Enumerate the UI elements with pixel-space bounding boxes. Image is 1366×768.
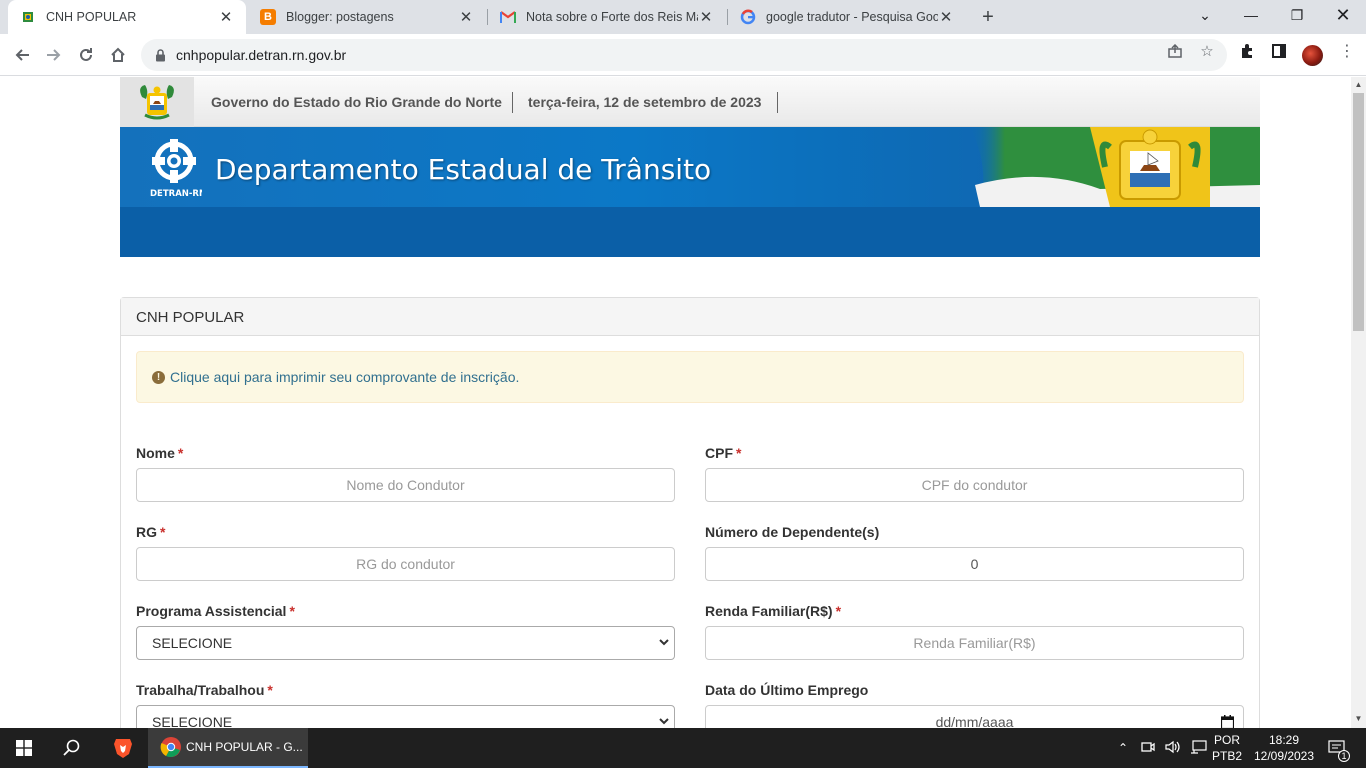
google-icon: [740, 9, 756, 25]
network-icon[interactable]: [1190, 739, 1208, 757]
renda-label: Renda Familiar(R$) *: [705, 603, 842, 619]
detran-banner: DETRAN-RN Departamento Estadual de Trâns…: [120, 127, 1260, 207]
clock-time: 18:29: [1268, 733, 1300, 747]
url-text: cnhpopular.detran.rn.gov.br: [176, 47, 347, 63]
keyboard-layout: PTB2: [1212, 749, 1243, 763]
brave-browser-icon[interactable]: [108, 728, 138, 768]
system-tray: ⌃: [1115, 728, 1208, 768]
windows-start-icon[interactable]: [10, 728, 38, 768]
minimize-button[interactable]: —: [1228, 0, 1274, 30]
current-date: terça-feira, 12 de setembro de 2023: [528, 94, 762, 110]
tab-google[interactable]: google tradutor - Pesquisa Goog ✕: [728, 0, 966, 34]
volume-icon[interactable]: [1165, 740, 1181, 757]
detran-logo-text: DETRAN-RN: [150, 189, 202, 199]
page-viewport: Governo do Estado do Rio Grande do Norte…: [0, 77, 1351, 728]
page-scrollbar[interactable]: ▲ ▼: [1351, 77, 1366, 728]
tab-cnh-popular[interactable]: CNH POPULAR ✕: [8, 0, 246, 34]
notifications-icon[interactable]: 1: [1324, 728, 1350, 768]
tab-gmail[interactable]: Nota sobre o Forte dos Reis Mag ✕: [488, 0, 726, 34]
more-menu-icon[interactable]: ⋮: [1338, 42, 1356, 60]
back-icon[interactable]: [8, 41, 36, 69]
date-placeholder: dd/mm/aaaa: [935, 714, 1014, 728]
scroll-up-arrow-icon[interactable]: ▲: [1354, 80, 1363, 89]
share-icon[interactable]: [1166, 42, 1184, 60]
chevron-down-icon: [659, 718, 669, 725]
nome-input[interactable]: Nome do Condutor: [136, 468, 675, 502]
programa-label: Programa Assistencial *: [136, 603, 295, 619]
rn-coat-of-arms-logo: [120, 77, 194, 127]
government-header: Governo do Estado do Rio Grande do Norte…: [120, 77, 1260, 127]
close-tab-icon[interactable]: ✕: [458, 9, 474, 26]
clock-date: 12/09/2023: [1253, 749, 1315, 763]
trabalha-label: Trabalha/Trabalhou *: [136, 682, 273, 698]
trabalha-select[interactable]: SELECIONE: [136, 705, 675, 728]
taskbar-chrome-app[interactable]: CNH POPULAR - G...: [148, 728, 308, 768]
cpf-label: CPF *: [705, 445, 742, 461]
close-tab-icon[interactable]: ✕: [698, 9, 714, 26]
scroll-down-arrow-icon[interactable]: ▼: [1354, 714, 1363, 723]
gmail-icon: [500, 9, 516, 25]
print-receipt-link[interactable]: Clique aqui para imprimir seu comprovant…: [170, 369, 519, 385]
tab-blogger[interactable]: B Blogger: postagens ✕: [248, 0, 486, 34]
extensions-icon[interactable]: [1238, 42, 1256, 60]
show-hidden-icons-icon[interactable]: ⌃: [1115, 741, 1131, 755]
clock[interactable]: 18:29 12/09/2023: [1248, 728, 1320, 768]
scrollbar-thumb[interactable]: [1353, 93, 1364, 331]
government-name: Governo do Estado do Rio Grande do Norte: [211, 94, 502, 110]
notification-count: 1: [1338, 750, 1350, 762]
new-tab-button[interactable]: +: [976, 5, 1000, 29]
programa-select[interactable]: SELECIONE: [136, 626, 675, 660]
taskbar-app-label: CNH POPULAR - G...: [186, 740, 303, 754]
language-code: POR: [1214, 733, 1241, 747]
tab-title: Blogger: postagens: [286, 10, 394, 24]
rn-crest-icon: [20, 9, 36, 25]
profile-avatar[interactable]: [1302, 45, 1323, 66]
print-receipt-alert[interactable]: ! Clique aqui para imprimir seu comprova…: [136, 351, 1244, 403]
close-tab-icon[interactable]: ✕: [218, 9, 234, 26]
chevron-down-icon: [659, 639, 669, 646]
home-icon[interactable]: [104, 41, 132, 69]
blogger-icon: B: [260, 9, 276, 25]
restore-button[interactable]: ❐: [1274, 0, 1320, 30]
tab-title: CNH POPULAR: [46, 10, 137, 24]
rn-state-flag: [960, 127, 1260, 207]
tab-title: google tradutor - Pesquisa Goog: [766, 10, 938, 24]
side-panel-icon[interactable]: [1270, 42, 1288, 60]
exclamation-circle-icon: !: [152, 370, 165, 384]
tab-search-icon[interactable]: ⌄: [1182, 0, 1228, 30]
ultimo-emprego-label: Data do Último Emprego: [705, 682, 869, 698]
department-title: Departamento Estadual de Trânsito: [215, 153, 712, 186]
address-bar[interactable]: cnhpopular.detran.rn.gov.br: [141, 39, 1227, 71]
rg-input[interactable]: RG do condutor: [136, 547, 675, 581]
meet-now-icon[interactable]: [1141, 740, 1155, 757]
renda-input[interactable]: Renda Familiar(R$): [705, 626, 1244, 660]
nome-label: Nome *: [136, 445, 184, 461]
lock-icon[interactable]: [154, 48, 166, 62]
dependentes-input[interactable]: 0: [705, 547, 1244, 581]
bookmark-star-icon[interactable]: ☆: [1198, 42, 1216, 60]
tab-strip: CNH POPULAR ✕ B Blogger: postagens ✕ Not…: [0, 0, 1366, 34]
close-window-button[interactable]: ✕: [1320, 0, 1366, 30]
reload-icon[interactable]: [72, 41, 100, 69]
chrome-icon: [160, 736, 182, 758]
detran-logo: DETRAN-RN: [150, 137, 206, 199]
ultimo-emprego-date-input[interactable]: dd/mm/aaaa: [705, 705, 1244, 728]
dependentes-label: Número de Dependente(s): [705, 524, 880, 540]
windows-taskbar: CNH POPULAR - G... ⌃ POR PTB2 18:29 12/0…: [0, 728, 1366, 768]
browser-toolbar: cnhpopular.detran.rn.gov.br ☆ ⋮: [0, 34, 1366, 76]
rg-label: RG *: [136, 524, 166, 540]
input-language[interactable]: POR PTB2: [1212, 728, 1242, 768]
cnh-popular-panel: CNH POPULAR ! Clique aqui para imprimir …: [120, 297, 1260, 728]
tab-title: Nota sobre o Forte dos Reis Mag: [526, 10, 698, 24]
panel-title: CNH POPULAR: [121, 298, 1259, 336]
cpf-input[interactable]: CPF do condutor: [705, 468, 1244, 502]
blue-nav-bar: [120, 207, 1260, 257]
trabalha-selected-value: SELECIONE: [152, 714, 233, 728]
close-tab-icon[interactable]: ✕: [938, 9, 954, 26]
calendar-icon[interactable]: [1221, 715, 1234, 728]
programa-selected-value: SELECIONE: [152, 635, 233, 651]
search-icon[interactable]: [58, 728, 86, 768]
forward-icon[interactable]: [40, 41, 68, 69]
